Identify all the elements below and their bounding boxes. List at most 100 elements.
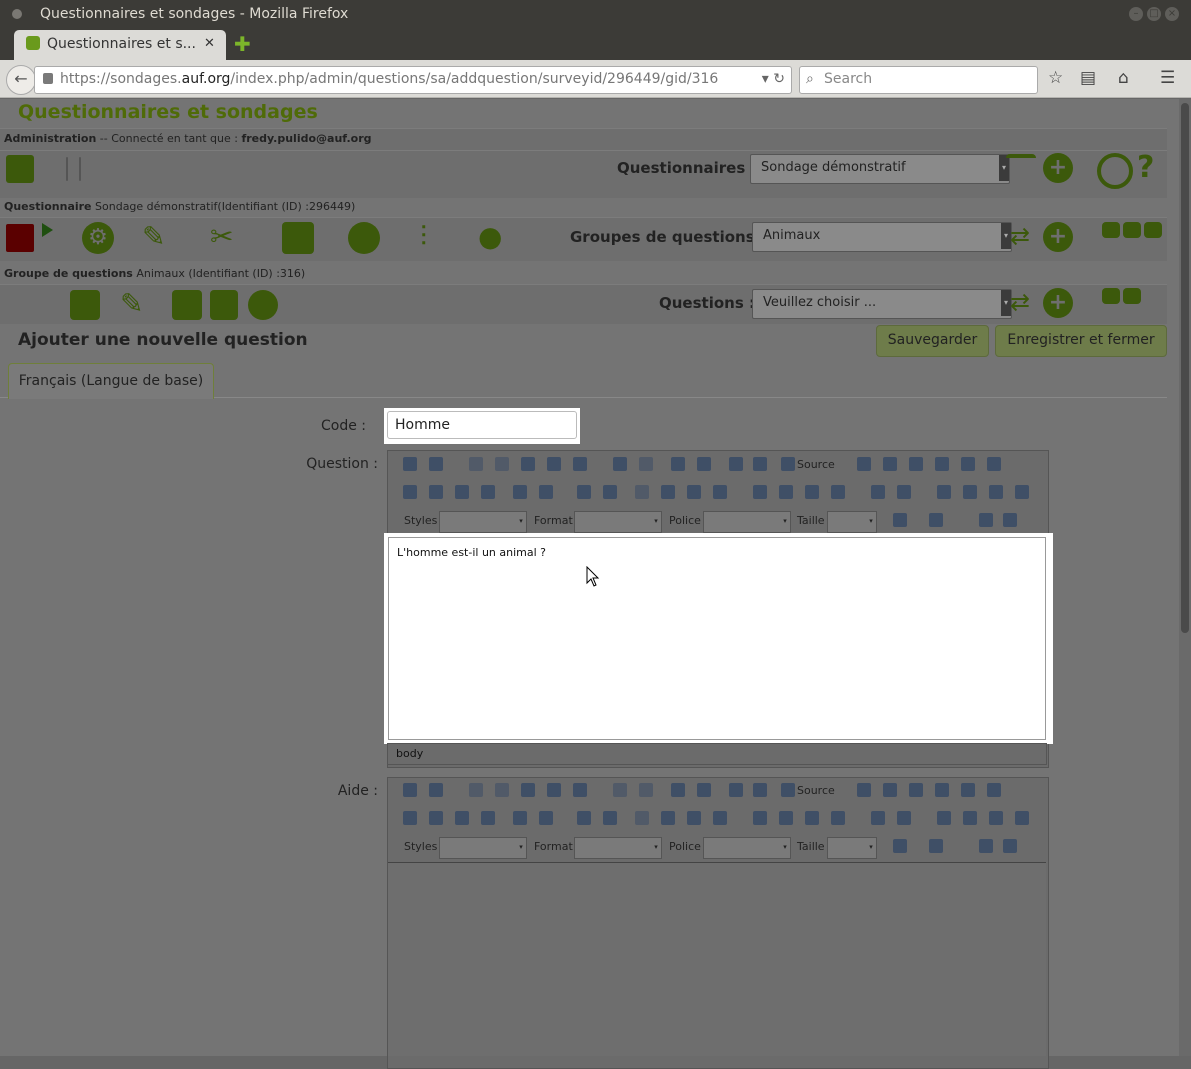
smiley-icon[interactable]	[961, 457, 975, 471]
element-path[interactable]: body	[396, 747, 423, 760]
tab-base-language[interactable]: Français (Langue de base)	[8, 363, 214, 399]
select-all-icon[interactable]	[729, 457, 743, 471]
stop-icon[interactable]	[6, 224, 34, 252]
ltr-icon[interactable]	[871, 485, 885, 499]
paste-icon[interactable]	[521, 457, 535, 471]
power-icon[interactable]	[1097, 153, 1133, 189]
export-icon[interactable]	[282, 222, 314, 254]
superscript-icon[interactable]	[539, 811, 553, 825]
justify-icon[interactable]	[831, 485, 845, 499]
add-group-icon[interactable]: +	[1043, 222, 1073, 252]
redo-icon[interactable]	[639, 457, 653, 471]
edit-group-icon[interactable]: ✎	[120, 287, 143, 320]
cut-icon[interactable]	[469, 457, 483, 471]
unlink-icon[interactable]	[963, 485, 977, 499]
unlink-icon[interactable]	[963, 811, 977, 825]
templates-icon[interactable]	[429, 457, 443, 471]
home-icon[interactable]	[6, 155, 34, 183]
source-icon[interactable]	[781, 783, 795, 797]
align-right-icon[interactable]	[805, 485, 819, 499]
maximize-editor-icon[interactable]	[403, 457, 417, 471]
preview-icon[interactable]	[1003, 839, 1017, 853]
help-editor-area[interactable]	[388, 862, 1046, 1056]
questions-select[interactable]: Veuillez choisir ... ▾	[752, 289, 1012, 319]
redo-icon[interactable]	[639, 783, 653, 797]
find-icon[interactable]	[671, 783, 685, 797]
outdent-icon[interactable]	[635, 811, 649, 825]
pencil-icon[interactable]: ✎	[142, 220, 165, 253]
div-icon[interactable]	[713, 485, 727, 499]
maximize-editor-icon[interactable]	[403, 783, 417, 797]
list-icon[interactable]	[1006, 154, 1036, 186]
gear-icon[interactable]: ⚙	[82, 222, 114, 254]
play-icon[interactable]	[42, 223, 53, 237]
superscript-icon[interactable]	[539, 485, 553, 499]
subscript-icon[interactable]	[513, 485, 527, 499]
qa-icon[interactable]	[172, 290, 202, 320]
plus-icon[interactable]: +	[1043, 153, 1073, 183]
remove-format-icon[interactable]	[753, 457, 767, 471]
link-icon[interactable]	[937, 485, 951, 499]
strike-icon[interactable]	[481, 485, 495, 499]
close-panel-icon[interactable]	[1144, 222, 1162, 238]
help-icon[interactable]: ?	[1137, 150, 1154, 185]
justify-icon[interactable]	[831, 811, 845, 825]
select-all-icon[interactable]	[729, 783, 743, 797]
blockquote-icon[interactable]	[687, 485, 701, 499]
underline-icon[interactable]	[455, 485, 469, 499]
search-input[interactable]: ⌕ Search	[799, 66, 1038, 94]
back-button[interactable]: ←	[6, 65, 36, 95]
outdent-icon[interactable]	[635, 485, 649, 499]
anchor-icon[interactable]	[989, 811, 1003, 825]
surveys-select[interactable]: Sondage démonstratif ▾	[750, 154, 1010, 184]
underline-icon[interactable]	[455, 811, 469, 825]
previous-group-icon[interactable]: ⇄	[1010, 222, 1030, 250]
minimize-panel-icon[interactable]	[1102, 222, 1120, 238]
code-input[interactable]: Homme	[387, 411, 577, 439]
minimize-panel-icon[interactable]	[1102, 288, 1120, 304]
reading-list-icon[interactable]: ▤	[1080, 68, 1096, 88]
paste-text-icon[interactable]	[547, 783, 561, 797]
paste-icon[interactable]	[521, 783, 535, 797]
font-select[interactable]: ▾	[703, 837, 791, 859]
home-browser-icon[interactable]: ⌂	[1118, 68, 1129, 88]
styles-select[interactable]: ▾	[439, 837, 527, 859]
url-bar[interactable]: https://sondages.auf.org/index.php/admin…	[34, 66, 792, 94]
align-center-icon[interactable]	[779, 485, 793, 499]
browser-tab[interactable]: Questionnaires et s... ✕	[14, 30, 226, 60]
indent-icon[interactable]	[661, 811, 675, 825]
groups-select[interactable]: Animaux ▾	[752, 222, 1012, 252]
tab-close-icon[interactable]: ✕	[204, 30, 215, 58]
expression-icon[interactable]	[1015, 485, 1029, 499]
subscript-icon[interactable]	[513, 811, 527, 825]
undo-icon[interactable]	[613, 457, 627, 471]
horizontal-rule-icon[interactable]	[935, 457, 949, 471]
text-color-icon[interactable]	[893, 839, 907, 853]
paste-word-icon[interactable]	[573, 783, 587, 797]
rtl-icon[interactable]	[897, 485, 911, 499]
indent-icon[interactable]	[661, 485, 675, 499]
cut-icon[interactable]	[469, 783, 483, 797]
bold-icon[interactable]	[403, 811, 417, 825]
menu-icon[interactable]: ☰	[1160, 68, 1175, 88]
replace-icon[interactable]	[697, 457, 711, 471]
undo-icon[interactable]	[613, 783, 627, 797]
align-left-icon[interactable]	[753, 811, 767, 825]
find-icon[interactable]	[671, 457, 685, 471]
database-icon[interactable]	[248, 290, 278, 320]
div-icon[interactable]	[713, 811, 727, 825]
strike-icon[interactable]	[481, 811, 495, 825]
rtl-icon[interactable]	[897, 811, 911, 825]
align-right-icon[interactable]	[805, 811, 819, 825]
run-icon[interactable]	[348, 222, 380, 254]
maximize-icon[interactable]: □	[1147, 7, 1161, 21]
source-button[interactable]: Source	[797, 458, 835, 471]
bookmark-star-icon[interactable]: ☆	[1048, 68, 1063, 88]
table-icon[interactable]	[909, 457, 923, 471]
bold-icon[interactable]	[403, 485, 417, 499]
italic-icon[interactable]	[429, 811, 443, 825]
font-select[interactable]: ▾	[703, 511, 791, 533]
special-char-icon[interactable]	[987, 457, 1001, 471]
align-left-icon[interactable]	[753, 485, 767, 499]
image-icon[interactable]	[857, 783, 871, 797]
